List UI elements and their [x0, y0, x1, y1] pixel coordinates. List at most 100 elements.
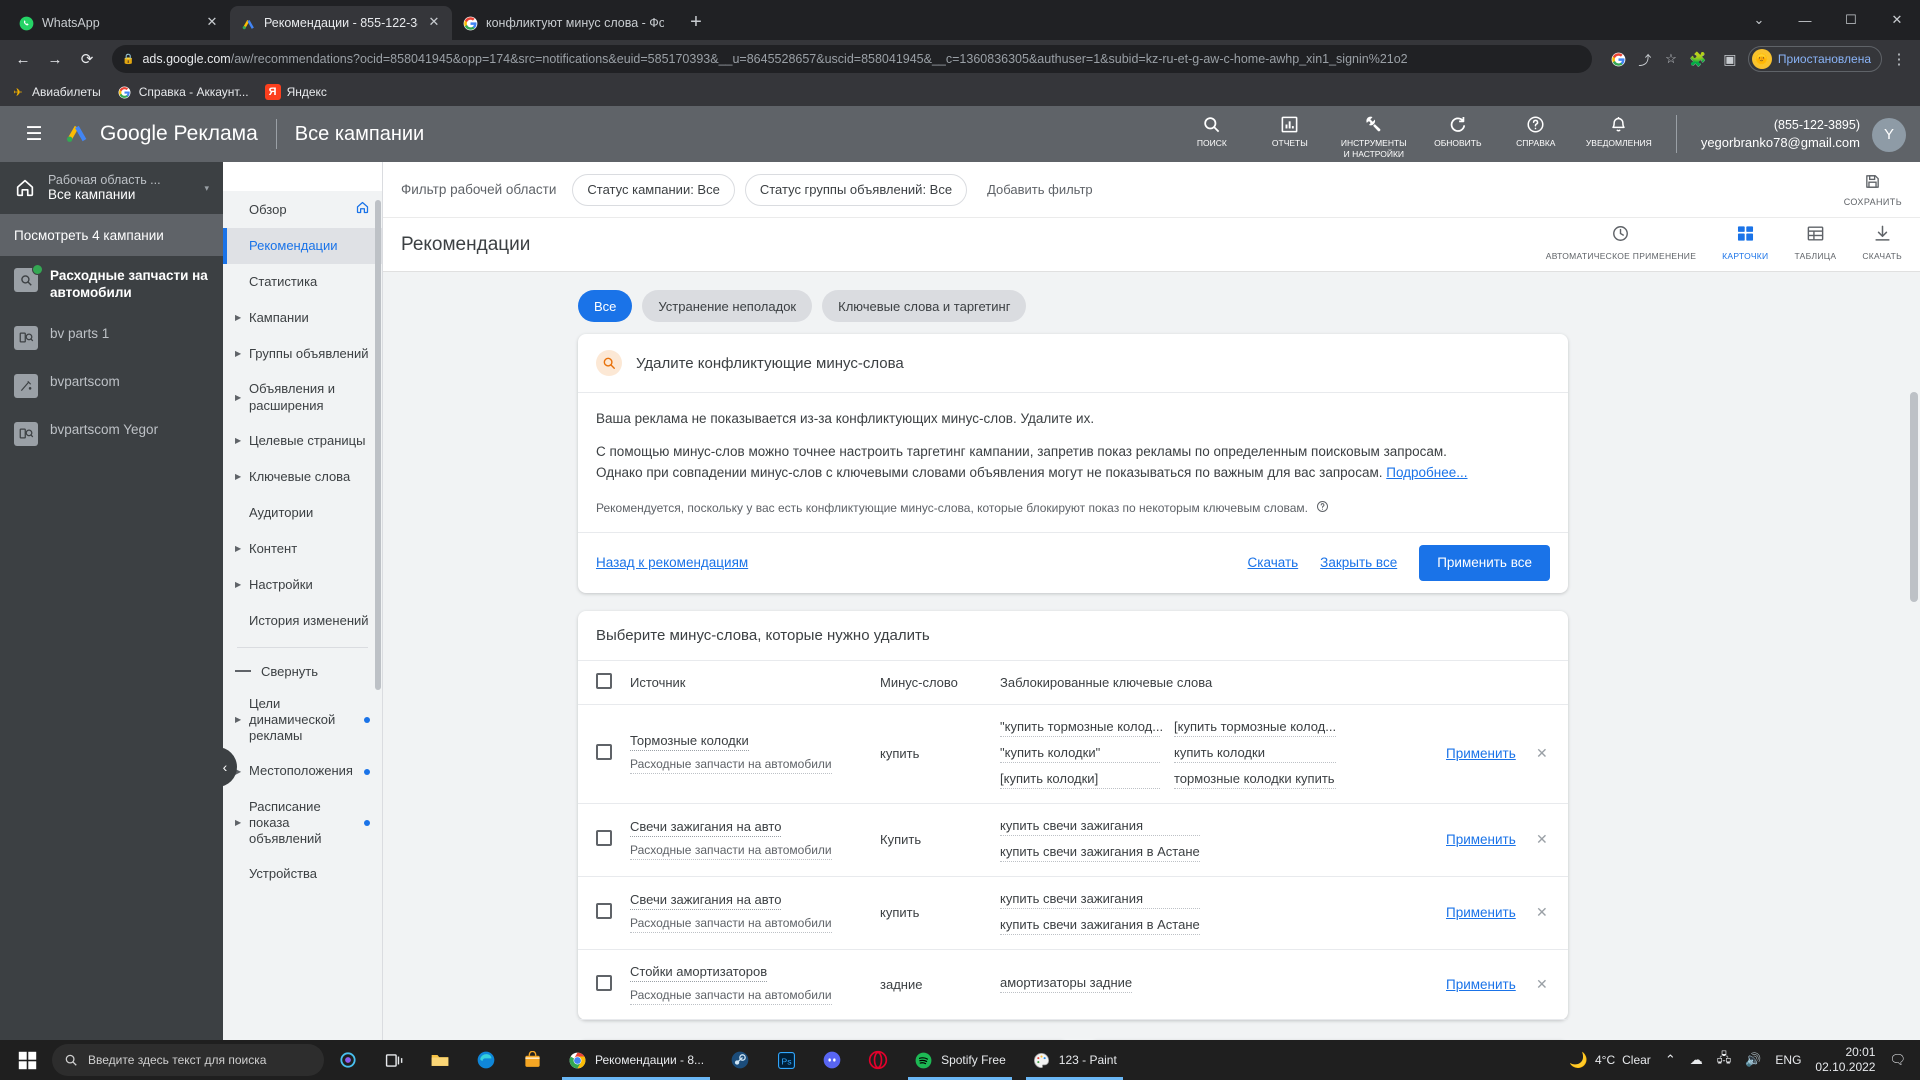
browser-tab-whatsapp[interactable]: WhatsApp ✕: [8, 6, 230, 40]
taskbar-spotify-window[interactable]: Spotify Free: [902, 1040, 1018, 1080]
nav-item-settings[interactable]: ▶ Настройки: [223, 567, 382, 603]
table-row[interactable]: Свечи зажигания на авто Расходные запчас…: [578, 803, 1568, 877]
forward-icon[interactable]: →: [40, 44, 70, 74]
taskbar-paint-window[interactable]: 123 - Paint: [1020, 1040, 1129, 1080]
nav-item-recommendations[interactable]: Рекомендации: [223, 228, 382, 265]
nav-item-ad-schedule[interactable]: ▶ Расписание показа объявлений: [223, 790, 382, 857]
chevron-right-icon[interactable]: ▶: [235, 544, 243, 554]
chevron-right-icon[interactable]: ▶: [235, 313, 243, 323]
taskbar-store-icon[interactable]: [510, 1040, 554, 1080]
address-bar[interactable]: 🔒 ads.google.com/aw/recommendations?ocid…: [112, 45, 1592, 73]
chevron-right-icon[interactable]: ▶: [235, 349, 243, 359]
header-action-notifications[interactable]: УВЕДОМЛЕНИЯ: [1586, 115, 1652, 148]
taskbar-search-input[interactable]: Введите здесь текст для поиска: [52, 1044, 324, 1076]
taskbar-opera-icon[interactable]: [856, 1040, 900, 1080]
see-campaigns-label[interactable]: Посмотреть 4 кампании: [0, 214, 223, 256]
apply-button[interactable]: Применить: [1446, 977, 1516, 992]
taskbar-photoshop-icon[interactable]: Ps: [764, 1040, 808, 1080]
taskbar-chrome-window[interactable]: Рекомендации - 8...: [556, 1040, 716, 1080]
learn-more-link[interactable]: Подробнее...: [1386, 465, 1467, 480]
table-row[interactable]: Тормозные колодки Расходные запчасти на …: [578, 704, 1568, 804]
table-row[interactable]: Свечи зажигания на авто Расходные запчас…: [578, 876, 1568, 950]
header-action-tools[interactable]: ИНСТРУМЕНТЫ И НАСТРОЙКИ: [1340, 115, 1408, 159]
profile-chip[interactable]: 🌞 Приостановлена: [1747, 46, 1882, 72]
header-action-reports[interactable]: ОТЧЕТЫ: [1262, 115, 1318, 148]
taskbar-steam-icon[interactable]: [718, 1040, 762, 1080]
chevron-up-icon[interactable]: ⌃: [1665, 1052, 1676, 1068]
taskbar-task-view-icon[interactable]: [372, 1040, 416, 1080]
campaign-item-3[interactable]: bvpartscom Yegor: [0, 410, 223, 458]
window-restore-icon[interactable]: ⌄: [1736, 0, 1782, 40]
avatar[interactable]: Y: [1872, 117, 1906, 152]
chevron-right-icon[interactable]: ▶: [235, 818, 243, 828]
bookmark-star-icon[interactable]: ☆: [1660, 48, 1682, 70]
close-icon[interactable]: ✕: [1536, 831, 1548, 847]
header-action-help[interactable]: СПРАВКА: [1508, 115, 1564, 148]
nav-item-change-history[interactable]: История изменений: [223, 603, 382, 639]
campaign-item-0[interactable]: Расходные запчасти на автомобили: [0, 256, 223, 314]
window-minimize-icon[interactable]: —: [1782, 0, 1828, 40]
chevron-right-icon[interactable]: ▶: [235, 580, 243, 590]
onedrive-icon[interactable]: ☁: [1690, 1052, 1703, 1068]
select-all-checkbox[interactable]: [596, 672, 612, 689]
window-maximize-icon[interactable]: ☐: [1828, 0, 1874, 40]
table-row[interactable]: Стойки амортизаторов Расходные запчасти …: [578, 949, 1568, 1020]
browser-tab-search[interactable]: конфликтуют минус слова - Фо: [452, 6, 674, 40]
bookmark-yandex[interactable]: Я Яндекс: [264, 84, 327, 100]
weather-widget[interactable]: 🌙 4°C Clear: [1569, 1051, 1651, 1069]
nav-item-content[interactable]: ▶ Контент: [223, 531, 382, 567]
help-circle-icon[interactable]: [1316, 500, 1329, 516]
nav-item-overview[interactable]: Обзор: [223, 191, 382, 229]
nav-item-ad-groups[interactable]: ▶ Группы объявлений: [223, 336, 382, 372]
chevron-right-icon[interactable]: ▶: [235, 436, 243, 446]
download-button[interactable]: СКАЧАТЬ: [1862, 224, 1902, 261]
hamburger-menu-icon[interactable]: ☰: [14, 114, 54, 154]
taskbar-edge-icon[interactable]: [464, 1040, 508, 1080]
row-checkbox[interactable]: [596, 974, 612, 991]
window-close-icon[interactable]: ✕: [1874, 0, 1920, 40]
browser-menu-icon[interactable]: ⋮: [1886, 50, 1912, 68]
language-indicator[interactable]: ENG: [1775, 1053, 1801, 1067]
nav-collapse-button[interactable]: Свернуть: [223, 656, 382, 687]
dismiss-all-link[interactable]: Закрыть все: [1320, 555, 1397, 570]
google-icon[interactable]: [1608, 48, 1630, 70]
bookmark-spravka[interactable]: Справка - Аккаунт...: [117, 84, 249, 100]
campaign-item-2[interactable]: bvpartscom: [0, 362, 223, 410]
chip-all[interactable]: Все: [578, 290, 633, 322]
close-icon[interactable]: ✕: [1536, 745, 1548, 761]
chevron-right-icon[interactable]: ▶: [235, 393, 243, 403]
nav-item-keywords[interactable]: ▶ Ключевые слова: [223, 459, 382, 495]
account-info[interactable]: (855-122-3895) yegorbranko78@gmail.com Y: [1701, 115, 1906, 152]
clock[interactable]: 20:01 02.10.2022: [1815, 1045, 1875, 1075]
nav-item-devices[interactable]: Устройства: [223, 856, 382, 892]
back-icon[interactable]: ←: [8, 44, 38, 74]
nav-item-campaigns[interactable]: ▶ Кампании: [223, 300, 382, 336]
workspace-selector[interactable]: Рабочая область ... Все кампании ▾: [0, 162, 223, 214]
row-checkbox[interactable]: [596, 744, 612, 761]
share-icon[interactable]: ⤴: [1634, 48, 1656, 70]
save-button[interactable]: СОХРАНИТЬ: [1844, 173, 1902, 207]
taskbar-cortana-icon[interactable]: [326, 1040, 370, 1080]
nav-item-ads-extensions[interactable]: ▶ Объявления и расширения: [223, 372, 382, 423]
table-view-button[interactable]: ТАБЛИЦА: [1794, 224, 1836, 261]
campaign-item-1[interactable]: bv parts 1: [0, 314, 223, 362]
chip-troubleshooting[interactable]: Устранение неполадок: [642, 290, 813, 322]
network-icon[interactable]: 🖧: [1717, 1049, 1732, 1071]
notification-icon[interactable]: 🗨: [1889, 1052, 1906, 1068]
apply-all-button[interactable]: Применить все: [1419, 544, 1550, 581]
back-to-recommendations-link[interactable]: Назад к рекомендациям: [596, 555, 748, 570]
taskbar-file-explorer-icon[interactable]: [418, 1040, 462, 1080]
apply-button[interactable]: Применить: [1446, 832, 1516, 847]
apply-button[interactable]: Применить: [1446, 905, 1516, 920]
close-icon[interactable]: ✕: [426, 15, 442, 31]
chevron-down-icon[interactable]: ▾: [204, 183, 209, 194]
add-filter-button[interactable]: Добавить фильтр: [977, 182, 1103, 197]
header-action-search[interactable]: ПОИСК: [1184, 115, 1240, 148]
windows-start-icon[interactable]: [4, 1040, 50, 1080]
close-icon[interactable]: ✕: [204, 15, 220, 31]
nav-item-locations[interactable]: ▶ Местоположения: [223, 754, 382, 790]
extensions-puzzle-icon[interactable]: 🧩: [1684, 45, 1712, 73]
chevron-right-icon[interactable]: ▶: [235, 715, 243, 725]
row-checkbox[interactable]: [596, 903, 612, 920]
auto-apply-button[interactable]: АВТОМАТИЧЕСКОЕ ПРИМЕНЕНИЕ: [1546, 224, 1696, 261]
